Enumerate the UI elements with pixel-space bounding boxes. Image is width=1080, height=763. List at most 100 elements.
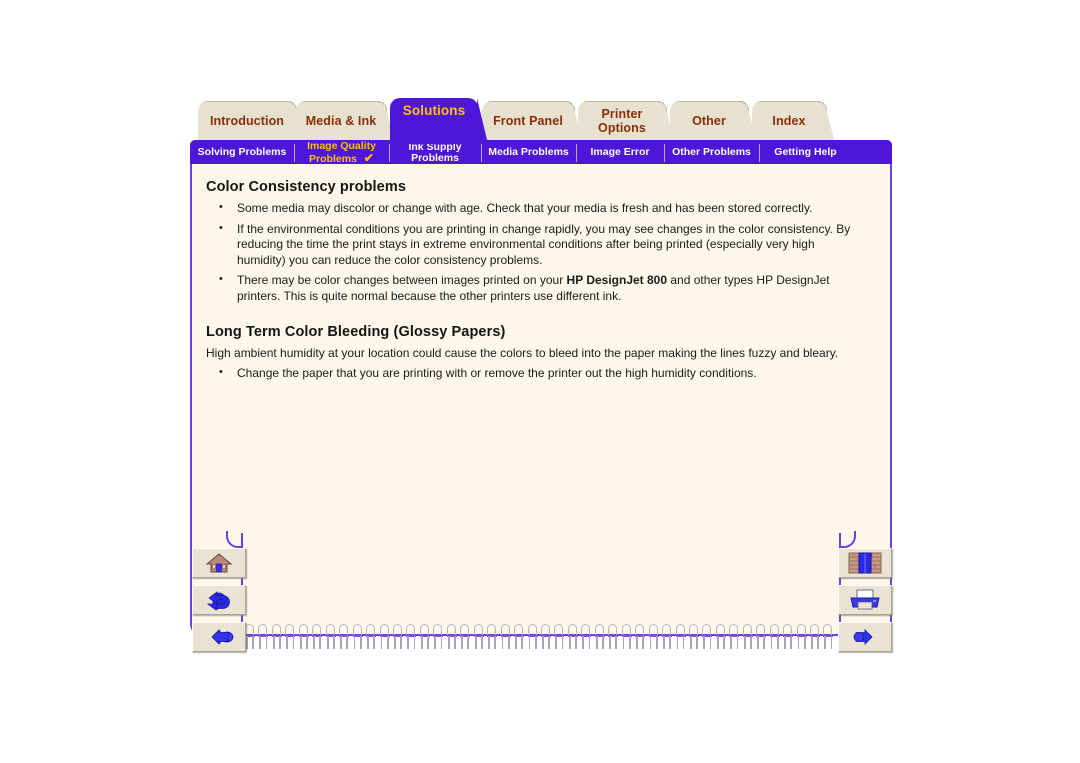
sub-tab-bar: Solving Problems Image Quality Problems ✔ In… [190,140,892,166]
subtab-other-problems[interactable]: Other Problems [664,140,759,166]
spiral-ring [258,624,269,650]
tab-label: Media & Ink [305,113,377,128]
back-arrow-button[interactable] [192,585,246,615]
subtab-image-error[interactable]: Image Error [576,140,664,166]
tab-other[interactable]: Other [670,102,757,142]
spiral-ring [675,624,687,650]
spiral-ring [540,624,552,650]
tab-label: Printer Options [598,107,646,135]
long-term-bleeding-bullet-list: Change the paper that you are printing w… [206,365,872,382]
hand-pointer-right-button[interactable] [838,622,892,652]
spiral-ring [608,624,619,650]
subtab-media-problems[interactable]: Media Problems [481,140,576,166]
hand-pointer-left-icon [204,627,234,647]
tab-label: Introduction [209,113,285,128]
subtab-label: Media Problems [488,146,569,159]
spiral-ring [581,624,592,650]
spiral-ring [594,624,606,650]
spiral-ring [702,624,713,650]
spiral-ring [379,624,391,650]
content-page: Color Consistency problems Some media ma… [190,164,892,636]
bullet3-pre: There may be color changes between image… [237,273,567,287]
spiral-ring [446,624,458,650]
tab-label: Front Panel [493,113,563,128]
tab-solutions[interactable]: Solutions [390,98,488,144]
spiral-ring [783,624,794,650]
main-tab-strip: Introduction Media & Ink Solutions Front Pa… [190,96,892,144]
spiral-ring [567,624,579,650]
spiral-ring [648,624,660,650]
spiral-ring [823,624,834,650]
hand-pointer-right-icon [850,627,880,647]
spiral-ring [810,624,821,650]
spiral-ring [796,624,808,650]
spiral-binding [245,624,835,654]
list-item: Some media may discolor or change with a… [206,200,872,217]
spiral-ring [298,624,310,650]
tab-media-ink[interactable]: Media & Ink [296,102,395,142]
printer-button[interactable] [838,585,892,615]
printer-icon [849,589,881,611]
spiral-ring [729,624,740,650]
hand-pointer-left-button[interactable] [192,622,246,652]
subtab-label: Image Quality Problems ✔ [307,140,376,165]
spiral-ring [688,624,700,650]
spiral-ring [715,624,727,650]
spiral-ring [769,624,781,650]
navigation-buttons-left [192,548,246,659]
subtab-label: Image Error [590,146,650,159]
spiral-ring [460,624,471,650]
spiral-ring [245,624,256,650]
home-icon [205,552,233,574]
subtab-label: Ink Supply Problems [408,140,462,164]
tab-label: Other [692,113,726,128]
index-bookshelf-button[interactable] [838,548,892,578]
spiral-ring [366,624,377,650]
spiral-ring [271,624,283,650]
spiral-ring [500,624,512,650]
section-heading-long-term-color-bleeding: Long Term Color Bleeding (Glossy Papers) [206,324,506,340]
list-item: Change the paper that you are printing w… [206,365,872,382]
tab-label: Index [772,113,806,128]
spiral-ring [554,624,565,650]
spiral-ring [406,624,417,650]
spiral-ring [392,624,404,650]
section-heading-color-consistency: Color Consistency problems [206,179,406,195]
spiral-ring [473,624,485,650]
tab-index[interactable]: Index [752,102,835,142]
spiral-ring [312,624,323,650]
navigation-buttons-right [838,548,892,659]
spiral-ring [756,624,767,650]
subtab-label: Solving Problems [197,146,287,159]
subtab-label: Getting Help [774,146,837,159]
spiral-ring [487,624,498,650]
spiral-ring [325,624,337,650]
spiral-ring [662,624,673,650]
spiral-ring [419,624,431,650]
list-item: There may be color changes between image… [206,272,872,304]
spiral-ring [621,624,633,650]
subtab-getting-help[interactable]: Getting Help [759,140,852,166]
checkmark-icon: ✔ [363,150,374,165]
subtab-label: Other Problems [672,146,751,159]
tab-shoulder [824,102,835,142]
spiral-ring [433,624,444,650]
color-consistency-bullet-list: Some media may discolor or change with a… [206,200,872,304]
spiral-ring [514,624,525,650]
index-bookshelf-icon [848,552,882,574]
tab-introduction[interactable]: Introduction [198,102,305,142]
product-name-emphasis: HP DesignJet 800 [566,273,668,287]
list-item: If the environmental conditions you are … [206,221,872,269]
back-arrow-icon [204,589,234,611]
spiral-ring [635,624,646,650]
tab-printer-options[interactable]: Printer Options [578,102,675,142]
subtab-solving-problems[interactable]: Solving Problems [190,140,294,166]
subtab-image-quality-problems[interactable]: Image Quality Problems ✔ [294,140,389,166]
long-term-bleeding-paragraph: High ambient humidity at your location c… [206,346,839,360]
spiral-ring [742,624,754,650]
spiral-ring [527,624,539,650]
spiral-ring [352,624,364,650]
help-booklet: Introduction Media & Ink Solutions Front Pa… [190,96,892,666]
home-button[interactable] [192,548,246,578]
tab-front-panel[interactable]: Front Panel [482,102,583,142]
